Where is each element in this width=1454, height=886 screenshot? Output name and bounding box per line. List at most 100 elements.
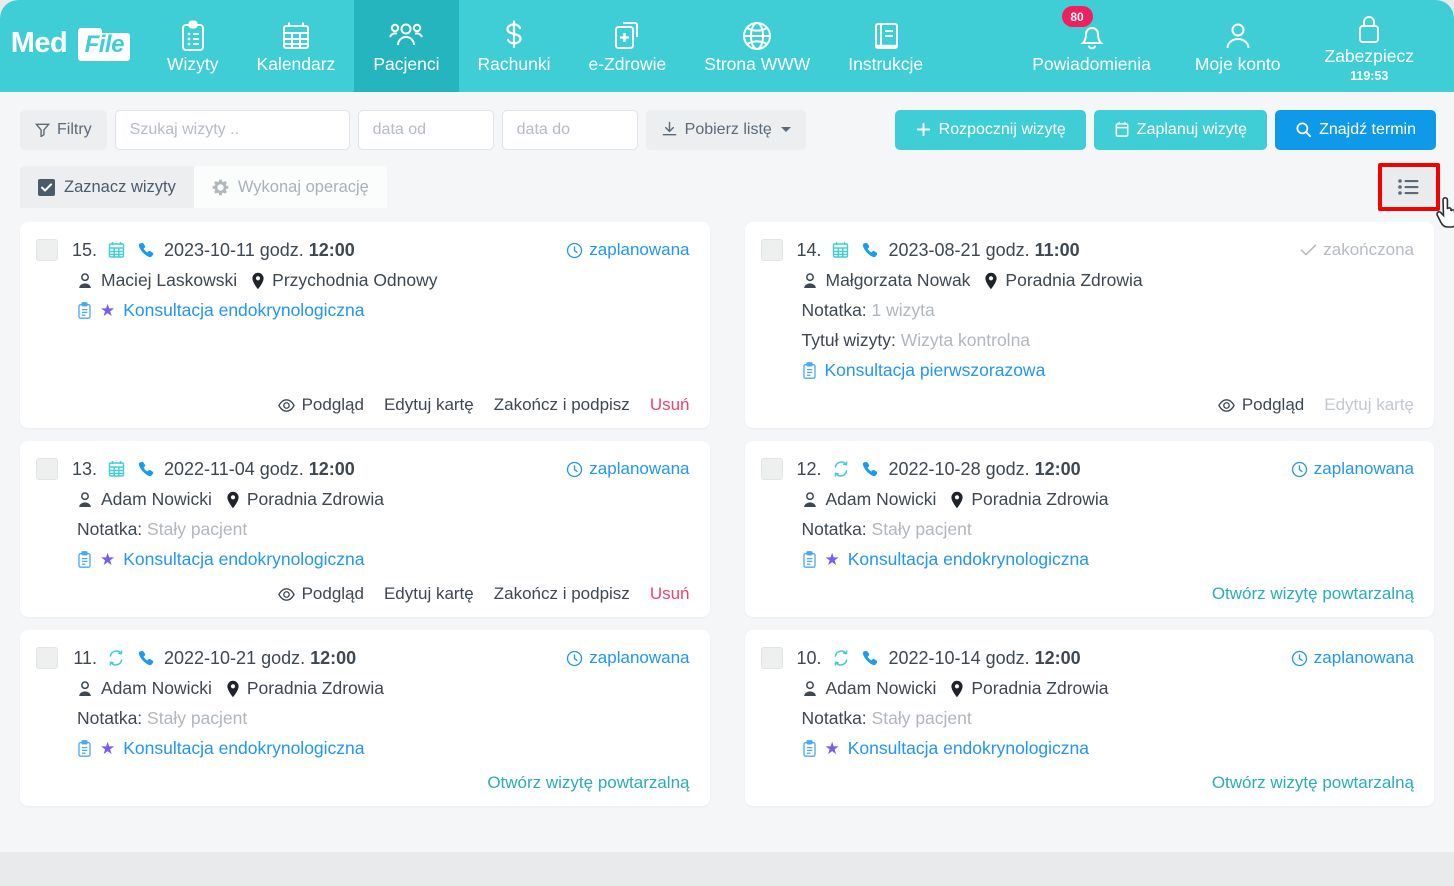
phone-icon [862, 650, 878, 665]
recurring-icon [831, 460, 851, 478]
phone-icon [138, 461, 153, 476]
date-to-input[interactable] [501, 109, 638, 150]
visit-service-row: ★ Konsultacja endokrynologiczna [761, 738, 1415, 759]
patient-name: Adam Nowicki [825, 489, 937, 509]
patient-name: Adam Nowicki [825, 678, 937, 698]
status-badge[interactable]: zaplanowana [1291, 648, 1414, 668]
nav-item-wizyty[interactable]: Wizyty [148, 0, 238, 92]
visit-card-actions: Podgląd Edytuj kartę [761, 381, 1414, 415]
action-podgl-d[interactable]: Podgląd [277, 584, 364, 604]
service-link[interactable]: Konsultacja endokrynologiczna [123, 738, 364, 759]
visit-card-actions: Podgląd Edytuj kartę Zakończ i podpisz Usuń [36, 381, 690, 415]
action-zako-cz-i-podpisz[interactable]: Zakończ i podpisz [494, 584, 630, 604]
action-otw-rz-wizyt-powtarzaln[interactable]: Otwórz wizytę powtarzalną [1212, 773, 1414, 793]
service-link[interactable]: Konsultacja pierwszorazowa [825, 360, 1046, 381]
chevron-down-icon [780, 127, 791, 132]
select-visits-tab[interactable]: Zaznacz wizyty [20, 166, 194, 208]
status-badge[interactable]: zaplanowana [566, 648, 690, 668]
run-operation-tab[interactable]: Wykonaj operację [193, 166, 387, 208]
secure-label: Zabezpiecz [1324, 45, 1415, 66]
visit-time: 12:00 [308, 239, 355, 260]
location-pin-icon [227, 680, 239, 697]
start-visit-button[interactable]: Rozpocznij wizytę [894, 109, 1086, 150]
visit-time: 12:00 [1034, 458, 1081, 479]
service-link[interactable]: Konsultacja endokrynologiczna [848, 738, 1089, 759]
location-pin-icon [951, 680, 963, 697]
note-clipboard-icon [78, 550, 91, 568]
visit-select-checkbox[interactable] [760, 239, 783, 261]
visit-select-checkbox[interactable] [760, 647, 783, 669]
visit-service-row: ★ Konsultacja endokrynologiczna [36, 300, 690, 321]
notifications-button[interactable]: 80 Powiadomienia [1010, 0, 1173, 92]
action-podgl-d[interactable]: Podgląd [277, 395, 364, 415]
visit-date: 2022-11-04 godz. [164, 458, 309, 479]
status-badge[interactable]: zaplanowana [566, 459, 690, 479]
action-zako-cz-i-podpisz[interactable]: Zakończ i podpisz [494, 395, 630, 415]
clock-icon [567, 242, 583, 258]
visit-select-checkbox[interactable] [36, 458, 58, 480]
nav-label: Kalendarz [256, 54, 336, 75]
action-edytuj-kart[interactable]: Edytuj kartę [384, 584, 474, 604]
visit-select-checkbox[interactable] [760, 458, 783, 480]
nav-item-instrukcje[interactable]: Instrukcje [829, 0, 942, 92]
action-edytuj-kart[interactable]: Edytuj kartę [384, 395, 474, 415]
account-button[interactable]: Moje konto [1173, 0, 1303, 92]
service-link[interactable]: Konsultacja endokrynologiczna [848, 549, 1089, 570]
calendar-icon [280, 18, 312, 52]
search-input[interactable] [114, 109, 350, 150]
download-list-button[interactable]: Pobierz listę [645, 109, 806, 150]
date-from-input[interactable] [357, 109, 494, 150]
person-icon [79, 491, 91, 507]
status-badge[interactable]: zaplanowana [566, 240, 690, 260]
visit-patient-row: Adam Nowicki Poradnia Zdrowia [36, 678, 690, 699]
note-clipboard-icon [78, 301, 91, 319]
service-link[interactable]: Konsultacja endokrynologiczna [123, 549, 364, 570]
action-otw-rz-wizyt-powtarzaln[interactable]: Otwórz wizytę powtarzalną [1212, 584, 1414, 604]
nav-item-strona-www[interactable]: Strona WWW [685, 0, 829, 92]
visit-time: 12:00 [1034, 647, 1081, 668]
visit-service-row: ★ Konsultacja endokrynologiczna [36, 738, 690, 759]
logo[interactable]: Med File [0, 0, 148, 92]
action-usu[interactable]: Usuń [650, 395, 690, 415]
action-label: Usuń [649, 584, 690, 603]
action-usu[interactable]: Usuń [650, 584, 690, 604]
action-label: Zakończ i podpisz [493, 395, 630, 414]
lock-icon [1355, 10, 1383, 44]
app-root: Med File Wizyty Kalendarz Pacjenci Rachu… [0, 0, 1454, 886]
calendar-icon [106, 241, 126, 259]
note-clipboard-icon [802, 361, 816, 379]
facility-name: Poradnia Zdrowia [246, 489, 385, 509]
filters-button[interactable]: Filtry [20, 109, 107, 150]
plus-icon [916, 122, 930, 137]
phone-icon [138, 242, 153, 257]
location-pin-icon [985, 272, 998, 289]
star-icon: ★ [824, 739, 840, 758]
main-nav: Wizyty Kalendarz Pacjenci Rachunki e-Zdr… [148, 0, 942, 92]
visit-index: 10. [796, 647, 822, 668]
nav-item-e-zdrowie[interactable]: e-Zdrowie [569, 0, 685, 92]
nav-item-pacjenci[interactable]: Pacjenci [354, 0, 459, 92]
globe-icon [741, 18, 773, 52]
secure-button[interactable]: Zabezpiecz 119:53 [1303, 0, 1437, 92]
phone-icon [862, 242, 878, 257]
note-label: Notatka: [77, 708, 148, 728]
visit-select-checkbox[interactable] [36, 239, 58, 261]
status-badge[interactable]: zaplanowana [1291, 459, 1414, 479]
action-podgl-d[interactable]: Podgląd [1218, 395, 1304, 415]
logo-file-text: File [84, 31, 125, 58]
facility-name: Poradnia Zdrowia [971, 489, 1109, 509]
find-slot-button[interactable]: Znajdź termin [1275, 109, 1436, 150]
action-otw-rz-wizyt-powtarzaln[interactable]: Otwórz wizytę powtarzalną [487, 773, 689, 793]
filter-icon [35, 123, 50, 137]
dollar-icon [501, 18, 527, 52]
phone-icon [860, 242, 880, 259]
nav-item-kalendarz[interactable]: Kalendarz [238, 0, 355, 92]
visit-select-checkbox[interactable] [36, 647, 58, 669]
list-view-toggle-button[interactable] [1382, 168, 1436, 206]
visit-card-actions: Otwórz wizytę powtarzalną [761, 570, 1414, 604]
nav-item-rachunki[interactable]: Rachunki [459, 0, 570, 92]
visit-datetime: 2022-11-04 godz. 12:00 [164, 459, 355, 480]
service-link[interactable]: Konsultacja endokrynologiczna [123, 300, 364, 321]
visit-card: 14. 2023-08-21 godz. 11:00 zakończona Ma… [744, 222, 1434, 428]
plan-visit-button[interactable]: Zaplanuj wizytę [1093, 109, 1268, 150]
